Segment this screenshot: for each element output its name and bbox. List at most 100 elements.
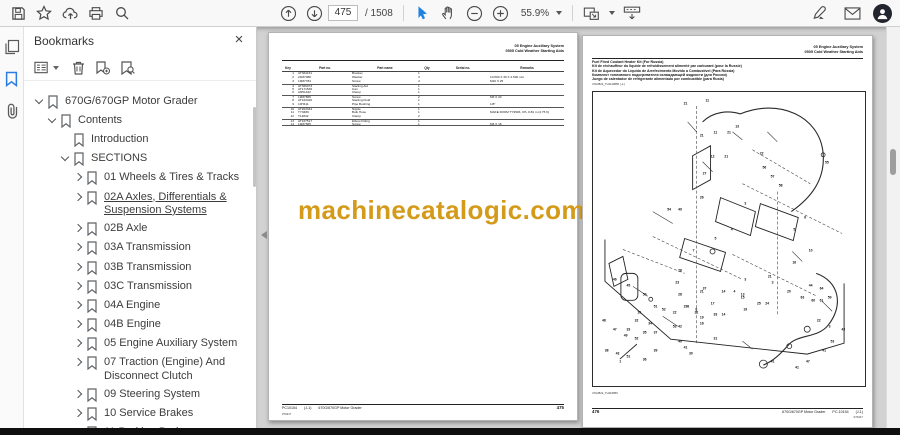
bookmark-options-icon[interactable] bbox=[34, 61, 62, 74]
diagram-callout: 59 bbox=[827, 295, 832, 300]
bookmark-item-label: 03A Transmission bbox=[104, 241, 191, 254]
bookmark-item[interactable]: 01 Wheels & Tires & Tracks bbox=[24, 169, 253, 188]
previous-page-icon[interactable] bbox=[276, 2, 300, 24]
bookmark-item-label: 02B Axle bbox=[104, 222, 148, 235]
expand-icon[interactable] bbox=[73, 300, 84, 311]
bookmark-item[interactable]: 04B Engine bbox=[24, 315, 253, 334]
diagram-callout: 10 bbox=[637, 309, 642, 314]
print-icon[interactable] bbox=[84, 2, 108, 24]
diagram-callout: 37 bbox=[702, 286, 707, 291]
expand-icon[interactable] bbox=[73, 408, 84, 419]
close-icon[interactable]: × bbox=[230, 31, 248, 48]
bookmark-icon bbox=[74, 133, 84, 147]
no-expander bbox=[60, 134, 71, 145]
expand-current-bookmark-icon[interactable] bbox=[120, 60, 135, 75]
bookmark-item[interactable]: 03C Transmission bbox=[24, 277, 253, 296]
bookmark-item[interactable]: 09 Steering System bbox=[24, 385, 253, 404]
page-number-input[interactable]: 475 bbox=[328, 5, 358, 21]
diagram-callout: 36 bbox=[642, 356, 647, 361]
bookmarks-panel-icon[interactable] bbox=[2, 69, 22, 89]
bookmark-item[interactable]: Contents bbox=[24, 111, 253, 130]
bookmark-item[interactable]: 03A Transmission bbox=[24, 239, 253, 258]
zoom-level-value[interactable]: 55.9% bbox=[521, 8, 549, 19]
bookmark-item[interactable]: 10 Service Brakes bbox=[24, 405, 253, 424]
zoom-out-icon[interactable] bbox=[463, 2, 487, 24]
bookmark-item[interactable]: 03B Transmission bbox=[24, 258, 253, 277]
share-upload-icon[interactable] bbox=[58, 2, 82, 24]
panel-scrollbar[interactable] bbox=[253, 107, 256, 187]
attachments-icon[interactable] bbox=[2, 101, 22, 121]
diagram-callout: 51 bbox=[626, 353, 631, 358]
email-icon[interactable] bbox=[840, 2, 864, 24]
expand-icon[interactable] bbox=[73, 242, 84, 253]
toolbar-divider bbox=[572, 5, 574, 21]
diagram-callout: 21 bbox=[699, 133, 704, 138]
bookmark-item-label: 07 Traction (Engine) And Disconnect Clut… bbox=[104, 356, 226, 382]
search-icon[interactable] bbox=[110, 2, 134, 24]
table-row: 9 10H411 Pipe Bushing 1 1/8" bbox=[282, 103, 564, 107]
bookmark-icon bbox=[48, 94, 58, 109]
expand-icon[interactable] bbox=[73, 192, 84, 203]
bookmark-item[interactable]: Introduction bbox=[24, 130, 253, 149]
collapse-icon[interactable] bbox=[47, 115, 58, 126]
bookmark-icon bbox=[87, 190, 97, 205]
bookmark-item[interactable]: 04A Engine bbox=[24, 296, 253, 315]
bookmark-item[interactable]: 02A Axles, Differentials & Suspension Sy… bbox=[24, 188, 253, 220]
table-cell: 19M7865 bbox=[298, 122, 311, 126]
bookmark-item-label: 03C Transmission bbox=[104, 279, 193, 292]
hand-tool-icon[interactable] bbox=[437, 2, 461, 24]
diagram-callout: 8 bbox=[695, 306, 698, 311]
save-icon[interactable] bbox=[6, 2, 30, 24]
delete-bookmark-icon[interactable] bbox=[72, 61, 85, 75]
footer-date-code: 070417 bbox=[853, 414, 863, 419]
expand-icon[interactable] bbox=[73, 338, 84, 349]
table-row: 6 AR51422 Clamp 1 bbox=[282, 91, 564, 95]
diagram-callout: 61 bbox=[819, 298, 824, 303]
table-cell: 1 bbox=[418, 122, 420, 126]
bookmark-item-label: 670G/670GP Motor Grader bbox=[65, 94, 198, 107]
expand-icon[interactable] bbox=[73, 172, 84, 183]
page-thumbnails-icon[interactable] bbox=[2, 37, 22, 57]
bookmark-icon bbox=[87, 356, 97, 371]
bookmark-item[interactable]: 02B Axle bbox=[24, 220, 253, 239]
diagram-callout: 50 bbox=[642, 292, 647, 297]
new-bookmark-icon[interactable] bbox=[95, 60, 110, 75]
bookmark-item[interactable]: 07 Traction (Engine) And Disconnect Clut… bbox=[24, 354, 253, 386]
fit-page-icon[interactable] bbox=[580, 2, 604, 24]
document-scrollbar-thumb[interactable] bbox=[890, 149, 896, 175]
zoom-dropdown-icon[interactable] bbox=[556, 11, 563, 15]
bookmark-icon bbox=[87, 260, 97, 275]
expand-icon[interactable] bbox=[73, 389, 84, 400]
document-scrollbar[interactable] bbox=[886, 27, 900, 435]
column-header: Part no. bbox=[319, 66, 331, 70]
diagram-callout: 57 bbox=[770, 174, 775, 179]
fill-sign-pen-icon[interactable] bbox=[807, 2, 831, 24]
select-tool-icon[interactable] bbox=[411, 2, 435, 24]
collapse-icon[interactable] bbox=[34, 96, 45, 107]
bookmark-item[interactable]: 670G/670GP Motor Grader bbox=[24, 92, 253, 111]
diagram-callout: 49 bbox=[678, 206, 682, 211]
bookmark-item[interactable]: 05 Engine Auxiliary System bbox=[24, 335, 253, 354]
collapse-panel-handle[interactable] bbox=[257, 220, 270, 250]
expand-icon[interactable] bbox=[73, 357, 84, 368]
diagram-callout: 31 bbox=[713, 336, 718, 341]
user-avatar[interactable] bbox=[873, 3, 892, 23]
next-page-icon[interactable] bbox=[302, 2, 326, 24]
diagram-callout: 47 bbox=[612, 327, 617, 332]
diagram-callout: 20 bbox=[786, 289, 791, 294]
expand-icon[interactable] bbox=[73, 319, 84, 330]
toolbar-toggle-icon[interactable] bbox=[620, 2, 644, 24]
bookmark-item[interactable]: SECTIONS bbox=[24, 150, 253, 169]
parts-table-body: 1 AT364161 Bracket 1 2 24M7088 Washer 4 10.500 X… bbox=[282, 72, 564, 127]
bookmark-item-label: 04B Engine bbox=[104, 318, 161, 331]
bookmark-item-label: 04A Engine bbox=[104, 298, 161, 311]
expand-icon[interactable] bbox=[73, 223, 84, 234]
expand-icon[interactable] bbox=[73, 281, 84, 292]
star-icon[interactable] bbox=[32, 2, 56, 24]
expand-icon[interactable] bbox=[73, 262, 84, 273]
footer-rule bbox=[592, 408, 863, 409]
zoom-in-icon[interactable] bbox=[489, 2, 513, 24]
fit-dropdown-icon[interactable] bbox=[609, 11, 616, 15]
collapse-icon[interactable] bbox=[60, 153, 71, 164]
parts-table-header: Key Part no. Part name Qty Serial no. Remarks bbox=[282, 65, 564, 72]
